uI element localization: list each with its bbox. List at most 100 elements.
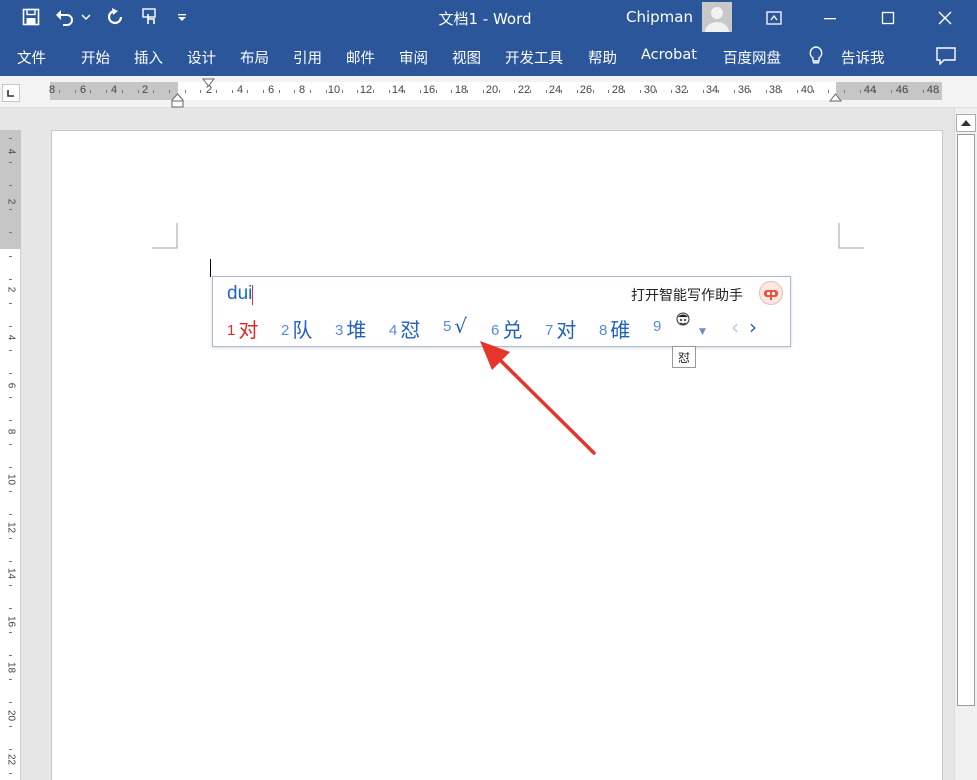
avatar[interactable] bbox=[702, 2, 732, 32]
tab-review[interactable]: 审阅 bbox=[399, 47, 428, 68]
tab-developer[interactable]: 开发工具 bbox=[505, 47, 563, 68]
undo-icon[interactable] bbox=[52, 4, 78, 30]
document-canvas bbox=[21, 108, 954, 780]
ruler-tick bbox=[169, 90, 170, 93]
ruler-tick bbox=[813, 90, 814, 93]
tab-insert[interactable]: 插入 bbox=[134, 47, 163, 68]
customize-qat-icon[interactable] bbox=[172, 4, 192, 30]
save-icon[interactable] bbox=[18, 4, 44, 30]
ruler-tick bbox=[577, 90, 578, 93]
close-icon[interactable] bbox=[922, 0, 968, 36]
ruler-label: 14 bbox=[5, 567, 17, 580]
vertical-scrollbar[interactable] bbox=[954, 108, 977, 780]
tab-mailings[interactable]: 邮件 bbox=[346, 47, 375, 68]
ruler-label: 18 bbox=[454, 84, 468, 96]
first-line-indent-marker[interactable] bbox=[202, 78, 216, 88]
ime-candidate-9[interactable]: 9 bbox=[653, 314, 664, 338]
tab-acrobat[interactable]: Acrobat bbox=[641, 47, 697, 63]
ruler-label: 18 bbox=[5, 661, 17, 674]
comments-icon[interactable] bbox=[936, 47, 956, 69]
ribbon-display-icon[interactable] bbox=[751, 0, 797, 36]
ime-candidate-2[interactable]: 2队 bbox=[281, 314, 312, 343]
ruler-tick bbox=[9, 702, 12, 703]
sticker-more-icon[interactable]: ▼ bbox=[699, 327, 706, 337]
ime-candidate-6[interactable]: 6兑 bbox=[491, 314, 522, 343]
lightbulb-icon[interactable] bbox=[808, 46, 824, 70]
right-indent-marker[interactable] bbox=[829, 93, 843, 103]
undo-dropdown-icon[interactable] bbox=[78, 4, 94, 30]
ruler-tick bbox=[185, 90, 186, 93]
candidate-number: 8 bbox=[599, 322, 608, 339]
ruler-tick bbox=[624, 90, 625, 93]
ruler-label: 14 bbox=[391, 84, 405, 96]
ruler-tick bbox=[436, 90, 437, 93]
smart-writing-assistant-link[interactable]: 打开智能写作助手 bbox=[631, 285, 743, 305]
ruler-label: 4 bbox=[5, 334, 17, 341]
scroll-up-button[interactable] bbox=[956, 114, 976, 132]
ruler-tick bbox=[9, 467, 12, 468]
ruler-tick bbox=[718, 90, 719, 93]
ruler-tick bbox=[357, 90, 358, 93]
hanging-indent-marker[interactable] bbox=[171, 93, 185, 108]
candidate-text: 队 bbox=[292, 318, 313, 342]
ruler-tick bbox=[326, 90, 327, 93]
ruler-tick bbox=[9, 773, 12, 774]
ime-candidate-5[interactable]: 5 √ bbox=[443, 314, 467, 338]
ruler-tick bbox=[499, 90, 500, 93]
ruler-tick bbox=[9, 138, 12, 139]
user-name[interactable]: Chipman bbox=[626, 8, 693, 26]
ime-candidate-1[interactable]: 1对 bbox=[227, 314, 258, 343]
tab-baidu-netdisk[interactable]: 百度网盘 bbox=[723, 47, 781, 68]
vertical-ruler[interactable]: 4 2 2 4 6 8 10 12 14 16 18 20 22 bbox=[0, 130, 21, 780]
ruler-tick bbox=[9, 279, 12, 280]
ime-candidate-4[interactable]: 4怼 bbox=[389, 314, 420, 343]
next-page-icon[interactable]: › bbox=[749, 315, 757, 339]
maximize-icon[interactable] bbox=[865, 0, 911, 36]
assistant-logo-icon[interactable] bbox=[759, 281, 783, 305]
ruler-tick bbox=[593, 90, 594, 93]
document-page[interactable] bbox=[51, 130, 943, 780]
candidate-text: 兑 bbox=[502, 318, 523, 342]
ruler-tick bbox=[467, 90, 468, 93]
ruler-bar: 8 6 4 2 2 4 6 8 10 12 14 16 18 20 22 24 26 28 30 32 34 36 38 40… bbox=[0, 76, 977, 108]
ruler-tick bbox=[9, 679, 12, 680]
ruler-label: 6 bbox=[267, 84, 275, 96]
tab-home[interactable]: 开始 bbox=[81, 47, 110, 68]
scroll-thumb[interactable] bbox=[957, 134, 975, 706]
candidate-text: 对 bbox=[556, 318, 577, 342]
ruler-tick bbox=[420, 90, 421, 93]
sticker-tooltip: 怼 bbox=[672, 346, 696, 368]
candidate-number: 2 bbox=[281, 322, 290, 339]
ime-candidate-7[interactable]: 7对 bbox=[545, 314, 576, 343]
tab-file[interactable]: 文件 bbox=[17, 47, 46, 68]
ruler-label: 10 bbox=[327, 84, 341, 96]
touch-mode-icon[interactable] bbox=[136, 4, 162, 30]
ime-candidate-8[interactable]: 8碓 bbox=[599, 314, 630, 343]
tab-layout[interactable]: 布局 bbox=[240, 47, 269, 68]
emoji-sticker-icon[interactable] bbox=[673, 311, 693, 337]
redo-icon[interactable] bbox=[102, 4, 128, 30]
ime-candidate-3[interactable]: 3堆 bbox=[335, 314, 366, 343]
tell-me-search[interactable]: 告诉我 bbox=[841, 47, 885, 68]
tab-view[interactable]: 视图 bbox=[452, 47, 481, 68]
tab-design[interactable]: 设计 bbox=[187, 47, 216, 68]
ruler-tick bbox=[9, 232, 12, 233]
ime-pinyin-input[interactable]: dui bbox=[227, 283, 252, 305]
ruler-tick bbox=[389, 90, 390, 93]
candidate-number: 1 bbox=[227, 322, 236, 339]
ruler-tick bbox=[656, 90, 657, 93]
ruler-tick bbox=[766, 90, 767, 93]
candidate-number: 5 bbox=[443, 318, 452, 335]
ruler-label: 28 bbox=[611, 84, 625, 96]
minimize-icon[interactable] bbox=[807, 0, 853, 36]
tab-help[interactable]: 帮助 bbox=[588, 47, 617, 68]
tab-references[interactable]: 引用 bbox=[293, 47, 322, 68]
ruler-tick bbox=[781, 90, 782, 93]
ruler-label: 16 bbox=[422, 84, 436, 96]
prev-page-icon[interactable]: ‹ bbox=[731, 315, 739, 339]
ruler-tick bbox=[9, 585, 12, 586]
tab-stop-selector[interactable] bbox=[2, 84, 20, 102]
ruler-tick bbox=[75, 90, 76, 93]
ruler-tick bbox=[750, 90, 751, 93]
ruler-tick bbox=[247, 90, 248, 93]
